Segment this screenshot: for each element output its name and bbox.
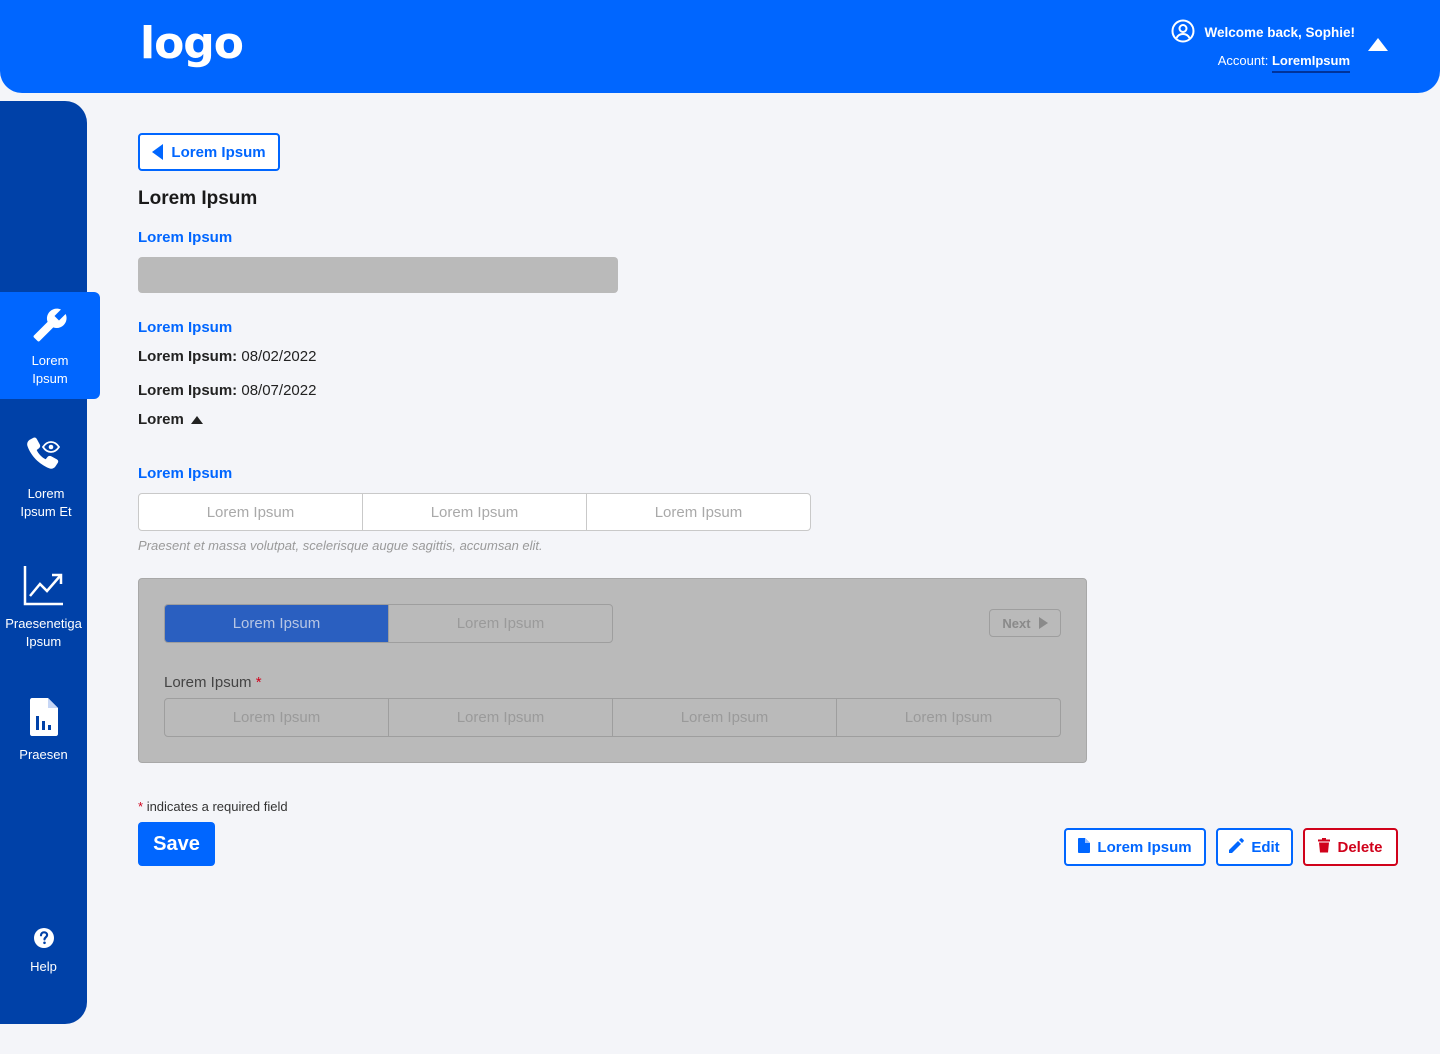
segment-option[interactable]: Lorem Ipsum xyxy=(363,494,587,530)
sidebar-item-label: Lorem xyxy=(31,353,69,368)
date-value: 08/02/2022 xyxy=(241,348,317,365)
section-label: Lorem Ipsum xyxy=(138,319,233,336)
collapse-toggle[interactable]: Lorem xyxy=(138,411,203,428)
back-button[interactable]: Lorem Ipsum xyxy=(138,133,280,171)
pencil-icon xyxy=(1229,837,1245,857)
next-button-label: Next xyxy=(1002,615,1031,631)
top-header: logo Welcome back, Sophie! Account: Lore… xyxy=(0,0,1440,93)
sidebar-item-praesenetiga-ipsum[interactable]: Praesenetiga Ipsum xyxy=(0,564,87,651)
date-value: 08/07/2022 xyxy=(241,382,317,399)
sidebar-item-label: Ipsum Et xyxy=(20,504,72,519)
sidebar-item-label: Lorem xyxy=(27,486,65,501)
panel-tab[interactable]: Lorem Ipsum xyxy=(389,605,612,642)
date-label: Lorem Ipsum: xyxy=(138,382,238,399)
collapse-account-caret-icon[interactable] xyxy=(1368,38,1388,51)
helper-text: Praesent et massa volutpat, scelerisque … xyxy=(138,538,543,553)
caret-up-icon xyxy=(190,415,203,424)
report-file-icon xyxy=(0,697,87,742)
sidebar-item-praesen[interactable]: Praesen xyxy=(0,697,87,764)
document-button[interactable]: Lorem Ipsum xyxy=(1064,828,1206,866)
trash-icon xyxy=(1318,837,1331,857)
next-arrow-icon xyxy=(1038,617,1048,629)
wrench-icon xyxy=(0,307,100,348)
phone-eye-icon xyxy=(0,436,92,481)
help-icon xyxy=(0,927,87,954)
panel-tab-selected[interactable]: Lorem Ipsum xyxy=(165,605,389,642)
sidebar-item-label: Help xyxy=(30,959,57,974)
sidebar-item-label: Ipsum xyxy=(32,371,68,386)
disabled-input-bar xyxy=(138,257,618,293)
welcome-text: Welcome back, Sophie! xyxy=(1204,25,1355,40)
date-row: Lorem Ipsum: 08/07/2022 xyxy=(138,382,316,399)
panel-tabs: Lorem Ipsum Lorem Ipsum xyxy=(164,604,613,643)
welcome-block: Welcome back, Sophie! xyxy=(1171,19,1355,46)
document-button-label: Lorem Ipsum xyxy=(1097,838,1192,856)
sidebar: Lorem Ipsum Lorem Ipsum Et Praesenetiga … xyxy=(0,101,100,1024)
sidebar-item-help[interactable]: Help xyxy=(0,927,87,976)
section-label: Lorem Ipsum xyxy=(138,465,233,482)
page-title: Lorem Ipsum xyxy=(138,188,258,209)
sidebar-item-lorem-ipsum[interactable]: Lorem Ipsum xyxy=(0,292,100,399)
edit-button[interactable]: Edit xyxy=(1216,828,1293,866)
date-label: Lorem Ipsum: xyxy=(138,348,238,365)
required-note: * indicates a required field xyxy=(138,799,288,814)
panel-options: Lorem Ipsum Lorem Ipsum Lorem Ipsum Lore… xyxy=(164,698,1061,737)
panel-option[interactable]: Lorem Ipsum xyxy=(837,699,1060,736)
delete-button[interactable]: Delete xyxy=(1303,828,1398,866)
panel-field-label: Lorem Ipsum * xyxy=(164,674,262,691)
back-button-label: Lorem Ipsum xyxy=(171,143,266,161)
panel-option[interactable]: Lorem Ipsum xyxy=(613,699,837,736)
account-info: Account: LoremIpsum xyxy=(1218,53,1350,73)
user-avatar-icon xyxy=(1171,19,1195,46)
date-row: Lorem Ipsum: 08/02/2022 xyxy=(138,348,316,365)
trend-chart-icon xyxy=(0,564,87,611)
panel-option[interactable]: Lorem Ipsum xyxy=(165,699,389,736)
disabled-panel: Lorem Ipsum Lorem Ipsum Next Lorem Ipsum… xyxy=(138,578,1087,763)
logo[interactable]: logo xyxy=(140,18,244,69)
panel-option[interactable]: Lorem Ipsum xyxy=(389,699,613,736)
segmented-control: Lorem Ipsum Lorem Ipsum Lorem Ipsum xyxy=(138,493,811,531)
sidebar-item-lorem-ipsum-et[interactable]: Lorem Ipsum Et xyxy=(0,436,92,521)
field-label-text: Lorem Ipsum xyxy=(164,674,252,691)
sidebar-item-label: Praesen xyxy=(19,747,68,762)
account-name-link[interactable]: LoremIpsum xyxy=(1271,53,1350,73)
edit-button-label: Edit xyxy=(1251,838,1280,856)
required-note-text: indicates a required field xyxy=(146,799,288,814)
save-button[interactable]: Save xyxy=(138,822,215,866)
back-arrow-icon xyxy=(152,144,164,160)
account-label: Account: xyxy=(1217,53,1269,68)
required-asterisk: * xyxy=(138,799,144,814)
toggle-label: Lorem xyxy=(138,411,184,428)
next-button[interactable]: Next xyxy=(989,609,1061,637)
document-icon xyxy=(1078,837,1091,857)
delete-button-label: Delete xyxy=(1337,838,1383,856)
required-asterisk: * xyxy=(255,674,262,691)
sidebar-item-label: Praesenetiga xyxy=(5,616,82,631)
sidebar-item-label: Ipsum xyxy=(25,634,62,649)
segment-option[interactable]: Lorem Ipsum xyxy=(587,494,810,530)
section-label: Lorem Ipsum xyxy=(138,229,233,246)
segment-option[interactable]: Lorem Ipsum xyxy=(139,494,363,530)
